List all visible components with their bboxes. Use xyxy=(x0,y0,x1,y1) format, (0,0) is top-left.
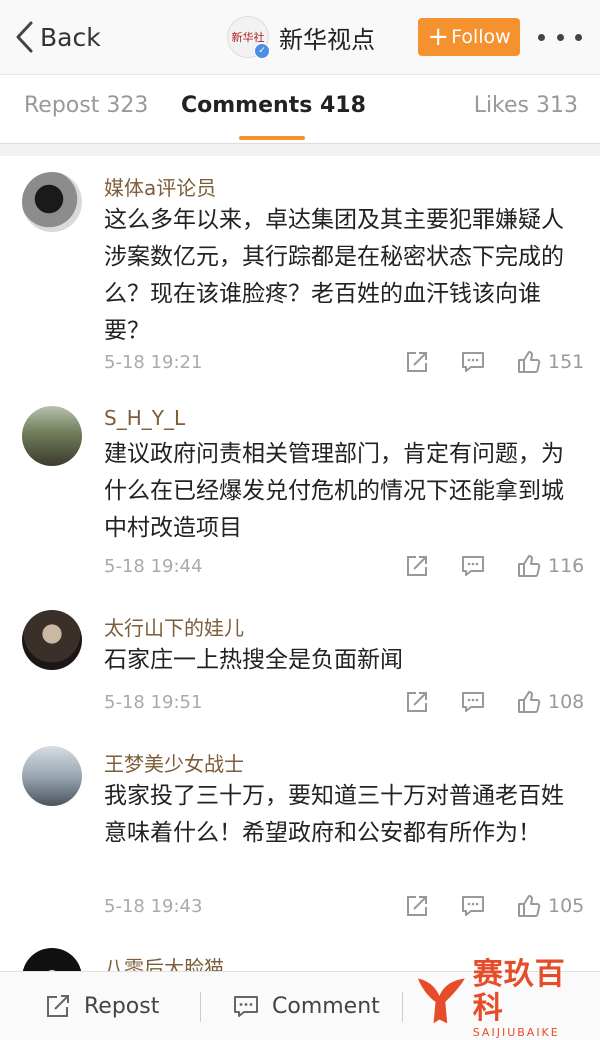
comment-username[interactable]: 媒体a评论员 xyxy=(104,172,216,201)
thumbs-up-icon xyxy=(518,351,541,373)
comment-item: 王梦美少女战士 我家投了三十万，要知道三十万对普通老百姓意味着什么！希望政府和公… xyxy=(0,730,600,935)
watermark-en: SAIJIUBAIKE xyxy=(472,1025,560,1039)
comment-item: 媒体a评论员 这么多年以来，卓达集团及其主要犯罪嫌疑人涉案数亿元，其行踪都是在秘… xyxy=(0,156,600,391)
share-icon xyxy=(407,352,427,372)
like-count: 116 xyxy=(548,555,585,577)
share-button[interactable] xyxy=(404,891,430,921)
reply-button[interactable] xyxy=(460,347,486,377)
reply-button[interactable] xyxy=(460,687,486,717)
repost-button[interactable]: Repost xyxy=(44,986,159,1026)
comment-time: 5-18 19:51 xyxy=(104,692,203,713)
share-icon xyxy=(407,692,427,712)
more-options-button[interactable] xyxy=(538,26,582,48)
comment-item: 太行山下的娃儿 石家庄一上热搜全是负面新闻 5-18 19:51 108 xyxy=(0,594,600,731)
comment-actions: 105 xyxy=(404,891,584,921)
comment-time: 5-18 19:21 xyxy=(104,352,203,373)
avatar[interactable] xyxy=(22,406,82,466)
thumbs-up-icon xyxy=(518,691,541,713)
watermark-logo: 赛玖百科 SAIJIUBAIKE xyxy=(414,956,594,1039)
back-button[interactable]: Back xyxy=(14,16,101,58)
toolbar-divider xyxy=(200,992,201,1022)
tab-repost[interactable]: Repost 323 xyxy=(24,93,148,118)
comment-item: S_H_Y_L 建议政府问责相关管理部门，肯定有问题，为什么在已经爆发兑付危机的… xyxy=(0,390,600,595)
tab-likes[interactable]: Likes 313 xyxy=(474,93,578,118)
like-count: 105 xyxy=(548,895,585,917)
comment-time: 5-18 19:43 xyxy=(104,896,203,917)
whale-tail-icon xyxy=(417,978,465,1024)
chevron-left-icon xyxy=(16,21,33,53)
tab-bar: Repost 323 Comments 418 Likes 313 xyxy=(0,75,600,144)
like-button[interactable]: 105 xyxy=(516,891,584,921)
comment-username[interactable]: S_H_Y_L xyxy=(104,406,185,430)
like-button[interactable]: 151 xyxy=(516,347,584,377)
share-icon xyxy=(407,896,427,916)
comment-icon xyxy=(234,996,258,1017)
share-button[interactable] xyxy=(404,551,430,581)
verified-icon: ✓ xyxy=(254,43,270,59)
toolbar-divider xyxy=(402,992,403,1022)
share-icon xyxy=(407,556,427,576)
comment-username[interactable]: 王梦美少女战士 xyxy=(104,748,244,777)
comment-actions: 108 xyxy=(404,687,584,717)
comment-icon xyxy=(462,352,484,372)
comment-button[interactable]: Comment xyxy=(232,986,380,1026)
account-name: 新华视点 xyxy=(279,25,375,54)
avatar[interactable] xyxy=(22,610,82,670)
comment-text: 建议政府问责相关管理部门，肯定有问题，为什么在已经爆发兑付危机的情况下还能拿到城… xyxy=(104,441,564,541)
comment-text: 我家投了三十万，要知道三十万对普通老百姓意味着什么！希望政府和公安都有所作为！ xyxy=(104,783,564,846)
share-icon xyxy=(47,995,69,1017)
tab-comments[interactable]: Comments 418 xyxy=(181,93,366,118)
reply-button[interactable] xyxy=(460,891,486,921)
like-button[interactable]: 108 xyxy=(516,687,584,717)
comment-actions: 151 xyxy=(404,347,584,377)
comment-text: 石家庄一上热搜全是负面新闻 xyxy=(104,647,403,673)
comment-icon xyxy=(462,556,484,576)
repost-label: Repost xyxy=(84,993,160,1019)
dot-icon xyxy=(556,33,564,41)
active-tab-indicator xyxy=(239,136,305,140)
account-logo: 新华社 ✓ xyxy=(227,16,270,59)
avatar[interactable] xyxy=(22,746,82,806)
thumbs-up-icon xyxy=(518,555,541,577)
comment-text: 这么多年以来，卓达集团及其主要犯罪嫌疑人涉案数亿元，其行踪都是在秘密状态下完成的… xyxy=(104,207,564,344)
account-title[interactable]: 新华社 ✓ 新华视点 xyxy=(227,14,375,60)
comment-icon xyxy=(462,896,484,916)
follow-button[interactable]: + Follow xyxy=(418,18,520,56)
like-count: 108 xyxy=(548,691,585,713)
follow-label: Follow xyxy=(451,26,511,48)
avatar[interactable] xyxy=(22,172,82,232)
thumbs-up-icon xyxy=(518,895,541,917)
dot-icon xyxy=(538,33,545,41)
top-navbar: Back 新华社 ✓ 新华视点 + Follow xyxy=(0,0,600,75)
reply-button[interactable] xyxy=(460,551,486,581)
comment-time: 5-18 19:44 xyxy=(104,556,203,577)
like-count: 151 xyxy=(548,351,585,373)
section-divider xyxy=(0,144,600,156)
plus-icon: + xyxy=(427,22,450,52)
comment-label: Comment xyxy=(272,993,380,1019)
comment-username[interactable]: 太行山下的娃儿 xyxy=(104,612,244,641)
comment-actions: 116 xyxy=(404,551,584,581)
share-button[interactable] xyxy=(404,347,430,377)
watermark-text: 赛玖百科 SAIJIUBAIKE xyxy=(472,956,594,1039)
like-button[interactable]: 116 xyxy=(516,551,584,581)
comment-icon xyxy=(462,692,484,712)
watermark-cn: 赛玖百科 xyxy=(472,956,566,1026)
share-button[interactable] xyxy=(404,687,430,717)
back-label: Back xyxy=(40,22,101,52)
dot-icon xyxy=(575,33,582,41)
